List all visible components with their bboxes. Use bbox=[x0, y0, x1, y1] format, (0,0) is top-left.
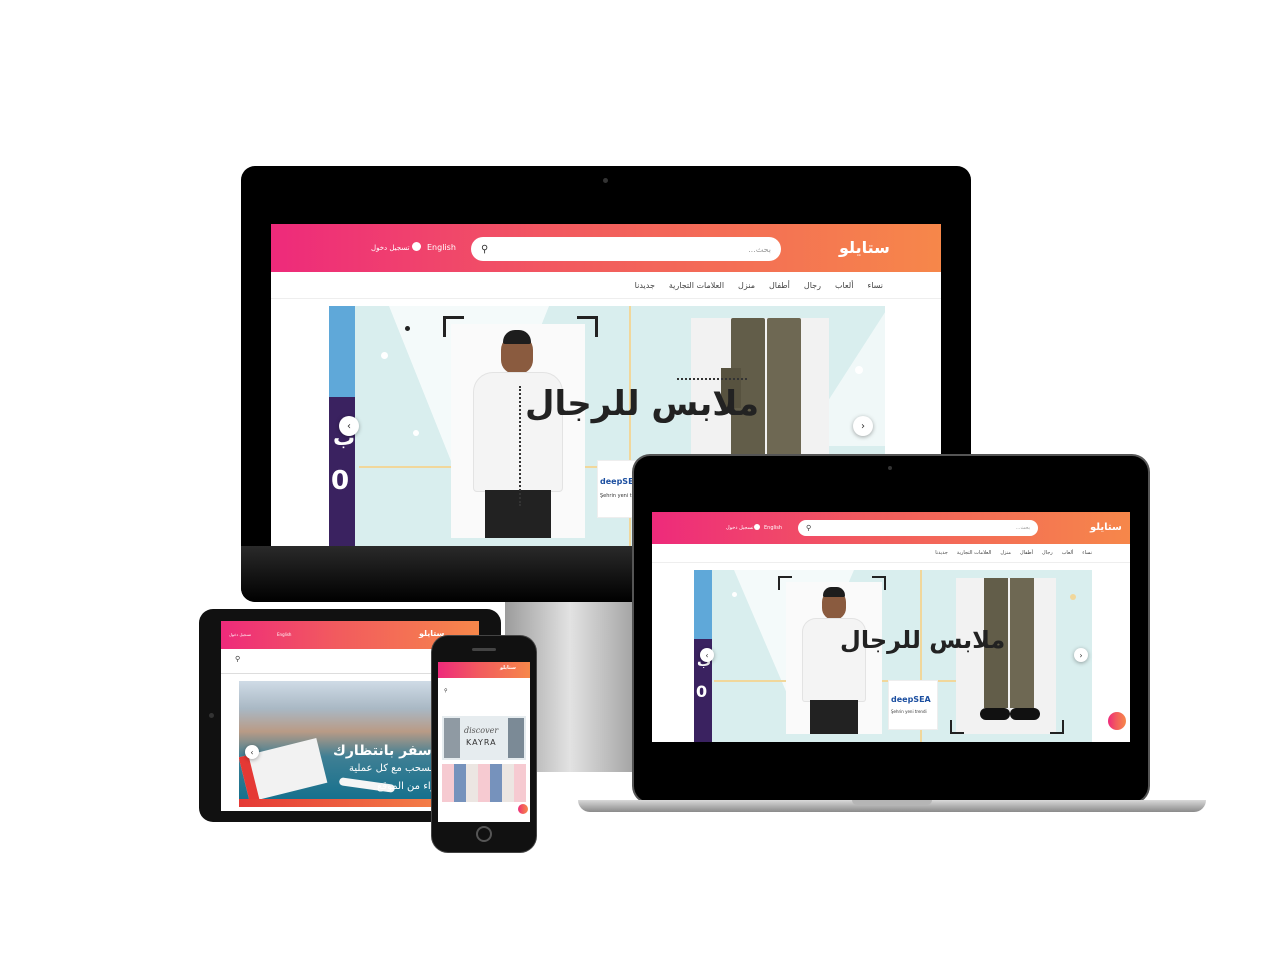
hero-banner[interactable]: تذكرتي سفر بانتظارك ادخل السحب مع كل عمل… bbox=[239, 681, 461, 807]
dot bbox=[381, 352, 388, 359]
promo-line-2: KAYRA bbox=[466, 738, 497, 747]
tablet-camera bbox=[209, 713, 214, 718]
dot bbox=[413, 430, 419, 436]
main-nav: نساء ألعاب رجال أطفال منزل العلامات التج… bbox=[271, 272, 941, 299]
banner-bottom-strip bbox=[239, 799, 461, 807]
user-icon[interactable] bbox=[412, 242, 421, 251]
brand-badge[interactable]: deepSEA Şehrin yeni trendi bbox=[888, 680, 938, 730]
frame-corner bbox=[778, 576, 792, 590]
nav-item-men[interactable]: رجال bbox=[804, 281, 821, 290]
banner-headline: ملابس للرجال bbox=[840, 626, 1006, 654]
frame-corner bbox=[950, 720, 964, 734]
phone-speaker bbox=[472, 648, 496, 651]
home-button[interactable] bbox=[476, 826, 492, 842]
site-logo[interactable]: ستايلو bbox=[1090, 522, 1122, 533]
search-icon[interactable]: ⚲ bbox=[235, 655, 240, 663]
promo-banner[interactable]: discover KAYRA bbox=[442, 716, 526, 760]
nav-item-brands[interactable]: العلامات التجارية bbox=[957, 550, 991, 556]
phone: ستايلو ⚲ discover KAYRA bbox=[432, 636, 536, 852]
dot bbox=[732, 592, 737, 597]
login-link[interactable]: تسجيل دخول bbox=[229, 632, 251, 637]
nav-item-toys[interactable]: ألعاب bbox=[1062, 550, 1074, 556]
search-bar[interactable]: ⚲ bbox=[438, 678, 530, 714]
nav-item-brands[interactable]: العلامات التجارية bbox=[669, 281, 724, 290]
hero-banner[interactable]: ب 0 ملابس للرجال deepSEA Şehrin yeni tre… bbox=[694, 570, 1092, 742]
frame-corner bbox=[1050, 720, 1064, 734]
nav-item-kids[interactable]: أطفال bbox=[769, 281, 790, 290]
man-shirt-photo bbox=[786, 582, 882, 734]
nav-item-kids[interactable]: أطفال bbox=[1020, 550, 1033, 556]
search-placeholder: بحث... bbox=[748, 244, 771, 254]
nav-item-home[interactable]: منزل bbox=[738, 281, 755, 290]
search-input[interactable]: ⚲ بحث... bbox=[798, 520, 1038, 536]
language-link[interactable]: English bbox=[427, 243, 456, 252]
dotted-guide bbox=[677, 378, 747, 380]
search-icon[interactable]: ⚲ bbox=[806, 524, 811, 532]
site-logo[interactable]: ستايلو bbox=[500, 665, 516, 671]
nav-item-new[interactable]: جديدنا bbox=[635, 281, 655, 290]
main-nav: نساء ألعاب رجال أطفال منزل العلامات التج… bbox=[652, 544, 1130, 563]
dot bbox=[1070, 594, 1076, 600]
model-photo bbox=[508, 718, 524, 758]
cargo-pants-photo bbox=[956, 578, 1056, 734]
monitor-camera bbox=[603, 178, 608, 183]
nav-item-toys[interactable]: ألعاب bbox=[835, 281, 854, 290]
login-link[interactable]: تسجيل دخول bbox=[371, 244, 410, 252]
model-photo bbox=[444, 718, 460, 758]
man-shirt-photo bbox=[451, 324, 585, 538]
nav-item-new[interactable]: جديدنا bbox=[935, 550, 948, 556]
slider-next-button[interactable]: › bbox=[1074, 648, 1088, 662]
chat-button[interactable] bbox=[518, 804, 528, 814]
phone-screen: ستايلو ⚲ discover KAYRA bbox=[438, 662, 530, 822]
laptop-camera bbox=[888, 466, 892, 470]
laptop: ستايلو ⚲ بحث... English تسجيل دخول نساء … bbox=[634, 456, 1148, 802]
laptop-notch bbox=[852, 800, 932, 805]
language-link[interactable]: English bbox=[277, 632, 291, 637]
chat-button[interactable] bbox=[1108, 712, 1126, 730]
dot bbox=[855, 366, 863, 374]
search-input[interactable]: ⚲ بحث... bbox=[471, 237, 781, 261]
side-number: 0 bbox=[696, 682, 708, 701]
laptop-screen: ستايلو ⚲ بحث... English تسجيل دخول نساء … bbox=[652, 512, 1130, 742]
dotted-guide bbox=[519, 386, 521, 506]
login-link[interactable]: تسجيل دخول bbox=[726, 525, 754, 531]
search-icon[interactable]: ⚲ bbox=[444, 688, 448, 694]
language-link[interactable]: English bbox=[764, 525, 782, 531]
nav-item-women[interactable]: نساء bbox=[867, 281, 883, 290]
product-grid[interactable] bbox=[442, 764, 526, 802]
slider-prev-button[interactable]: ‹ bbox=[339, 416, 359, 436]
slider-prev-button[interactable]: ‹ bbox=[245, 745, 259, 759]
promo-line-1: discover bbox=[464, 726, 499, 735]
nav-item-home[interactable]: منزل bbox=[1000, 550, 1011, 556]
nav-item-men[interactable]: رجال bbox=[1042, 550, 1053, 556]
header-bar bbox=[438, 662, 530, 678]
side-number: 0 bbox=[331, 466, 350, 496]
dot bbox=[405, 326, 410, 331]
search-placeholder: بحث... bbox=[1015, 525, 1030, 531]
nav-item-women[interactable]: نساء bbox=[1082, 550, 1092, 556]
slider-prev-button[interactable]: ‹ bbox=[700, 648, 714, 662]
site-logo[interactable]: ستايلو bbox=[839, 238, 890, 257]
slider-next-button[interactable]: › bbox=[853, 416, 873, 436]
search-icon[interactable]: ⚲ bbox=[481, 244, 488, 255]
frame-corner bbox=[443, 316, 464, 337]
frame-corner bbox=[872, 576, 886, 590]
user-icon[interactable] bbox=[754, 524, 760, 530]
frame-corner bbox=[577, 316, 598, 337]
banner-headline: ملابس للرجال bbox=[525, 384, 760, 424]
